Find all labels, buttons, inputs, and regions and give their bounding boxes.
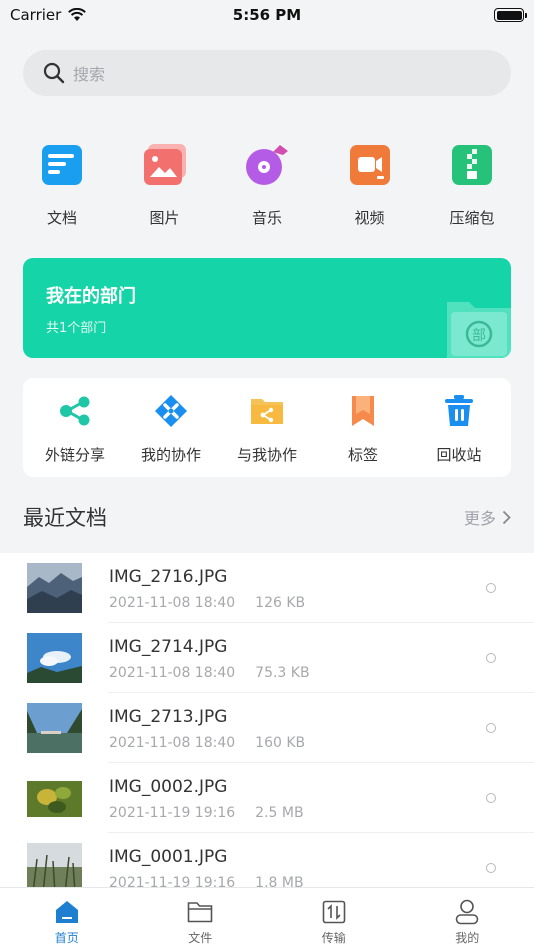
my-department-card[interactable]: 我在的部门 共1个部门 部 xyxy=(23,258,511,358)
more-link[interactable]: 更多 xyxy=(464,505,511,529)
file-date: 2021-11-19 19:16 xyxy=(109,805,236,821)
category-videos[interactable]: 视频 xyxy=(322,140,418,228)
file-date: 2021-11-08 18:40 xyxy=(109,595,236,611)
search-bar[interactable]: 搜索 xyxy=(23,50,511,96)
battery-icon xyxy=(494,8,527,22)
department-title: 我在的部门 xyxy=(46,286,136,307)
file-thumbnail xyxy=(27,633,82,683)
category-images[interactable]: 图片 xyxy=(117,140,213,228)
tab-transfer[interactable]: 传输 xyxy=(267,888,401,950)
file-row[interactable]: IMG_2714.JPG 2021-11-08 18:40 75.3 KB xyxy=(0,623,534,693)
file-meta: 2021-11-19 19:16 2.5 MB xyxy=(109,805,304,821)
file-thumbnail xyxy=(27,843,82,887)
select-radio[interactable] xyxy=(486,583,496,593)
category-label: 音乐 xyxy=(251,209,282,227)
carrier-label: Carrier xyxy=(10,6,62,24)
file-size: 126 KB xyxy=(255,595,306,611)
select-radio[interactable] xyxy=(486,863,496,873)
tool-my-collaboration[interactable]: 我的协作 xyxy=(123,378,219,477)
collaboration-icon xyxy=(154,394,188,428)
file-name: IMG_0002.JPG xyxy=(109,777,228,797)
file-meta: 2021-11-19 19:16 1.8 MB xyxy=(109,875,304,887)
file-size: 75.3 KB xyxy=(255,665,310,681)
chevron-right-icon xyxy=(502,510,511,524)
transfer-icon xyxy=(321,899,347,925)
file-row[interactable]: IMG_0001.JPG 2021-11-19 19:16 1.8 MB xyxy=(0,833,534,887)
file-size: 2.5 MB xyxy=(255,805,304,821)
share-icon xyxy=(58,394,92,428)
more-label: 更多 xyxy=(463,509,496,528)
recent-file-list: IMG_2716.JPG 2021-11-08 18:40 126 KB IMG… xyxy=(0,553,534,887)
profile-icon xyxy=(454,899,480,925)
tab-label: 首页 xyxy=(54,931,79,945)
file-thumbnail xyxy=(27,773,82,823)
document-icon xyxy=(37,140,87,190)
category-label: 图片 xyxy=(149,209,180,227)
search-icon xyxy=(43,62,65,84)
select-radio[interactable] xyxy=(486,653,496,663)
tool-recycle-bin[interactable]: 回收站 xyxy=(411,378,507,477)
file-date: 2021-11-08 18:40 xyxy=(109,735,236,751)
file-meta: 2021-11-08 18:40 126 KB xyxy=(109,595,305,611)
home-icon xyxy=(54,899,80,925)
tab-files[interactable]: 文件 xyxy=(134,888,268,950)
tab-label: 文件 xyxy=(188,931,213,945)
bottom-tab-bar: 首页 文件 传输 我的 xyxy=(0,887,534,950)
file-size: 1.8 MB xyxy=(255,875,304,887)
file-meta: 2021-11-08 18:40 75.3 KB xyxy=(109,665,310,681)
category-row: 文档 图片 音乐 视频 压缩包 xyxy=(14,140,520,228)
department-count: 共1个部门 xyxy=(46,321,107,336)
category-label: 视频 xyxy=(354,209,385,227)
department-folder-icon: 部 xyxy=(447,302,511,358)
select-radio[interactable] xyxy=(486,723,496,733)
file-date: 2021-11-19 19:16 xyxy=(109,875,236,887)
bookmark-icon xyxy=(346,394,380,428)
tab-profile[interactable]: 我的 xyxy=(401,888,534,950)
shared-folder-icon xyxy=(250,394,284,428)
file-row[interactable]: IMG_2716.JPG 2021-11-08 18:40 126 KB xyxy=(0,553,534,623)
trash-icon xyxy=(442,394,476,428)
select-radio[interactable] xyxy=(486,793,496,803)
tab-home[interactable]: 首页 xyxy=(0,888,134,950)
category-archives[interactable]: 压缩包 xyxy=(424,140,520,228)
file-name: IMG_2713.JPG xyxy=(109,707,228,727)
tool-label: 与我协作 xyxy=(236,446,297,464)
recent-documents-title: 最近文档 xyxy=(23,506,107,530)
file-date: 2021-11-08 18:40 xyxy=(109,665,236,681)
file-row[interactable]: IMG_2713.JPG 2021-11-08 18:40 160 KB xyxy=(0,693,534,763)
tool-link-share[interactable]: 外链分享 xyxy=(27,378,123,477)
music-disc-icon xyxy=(242,140,292,190)
video-icon xyxy=(345,140,395,190)
status-left: Carrier xyxy=(10,6,87,24)
category-documents[interactable]: 文档 xyxy=(14,140,110,228)
folder-icon xyxy=(187,899,213,925)
category-label: 文档 xyxy=(46,209,77,227)
category-label: 压缩包 xyxy=(449,209,495,227)
tool-shared-with-me[interactable]: 与我协作 xyxy=(219,378,315,477)
category-music[interactable]: 音乐 xyxy=(219,140,315,228)
zip-icon xyxy=(447,140,497,190)
tab-label: 我的 xyxy=(455,931,480,945)
status-bar: Carrier 5:56 PM xyxy=(0,0,534,30)
file-name: IMG_2716.JPG xyxy=(109,567,228,587)
file-row[interactable]: IMG_0002.JPG 2021-11-19 19:16 2.5 MB xyxy=(0,763,534,833)
file-thumbnail xyxy=(27,703,82,753)
recent-documents-header: 最近文档 更多 xyxy=(23,498,511,536)
file-thumbnail xyxy=(27,563,82,613)
file-size: 160 KB xyxy=(255,735,306,751)
tool-label: 我的协作 xyxy=(140,446,201,464)
tools-panel: 外链分享 我的协作 与我协作 标签 回收站 xyxy=(23,378,511,477)
file-name: IMG_0001.JPG xyxy=(109,847,228,867)
file-name: IMG_2714.JPG xyxy=(109,637,228,657)
tool-label: 回收站 xyxy=(436,446,482,464)
tool-tags[interactable]: 标签 xyxy=(315,378,411,477)
tool-label: 标签 xyxy=(347,446,378,464)
tab-label: 传输 xyxy=(321,931,346,945)
image-icon xyxy=(140,140,190,190)
department-badge: 部 xyxy=(472,328,486,344)
file-meta: 2021-11-08 18:40 160 KB xyxy=(109,735,305,751)
tool-label: 外链分享 xyxy=(44,446,105,464)
search-placeholder: 搜索 xyxy=(73,65,106,84)
wifi-icon xyxy=(68,8,87,21)
